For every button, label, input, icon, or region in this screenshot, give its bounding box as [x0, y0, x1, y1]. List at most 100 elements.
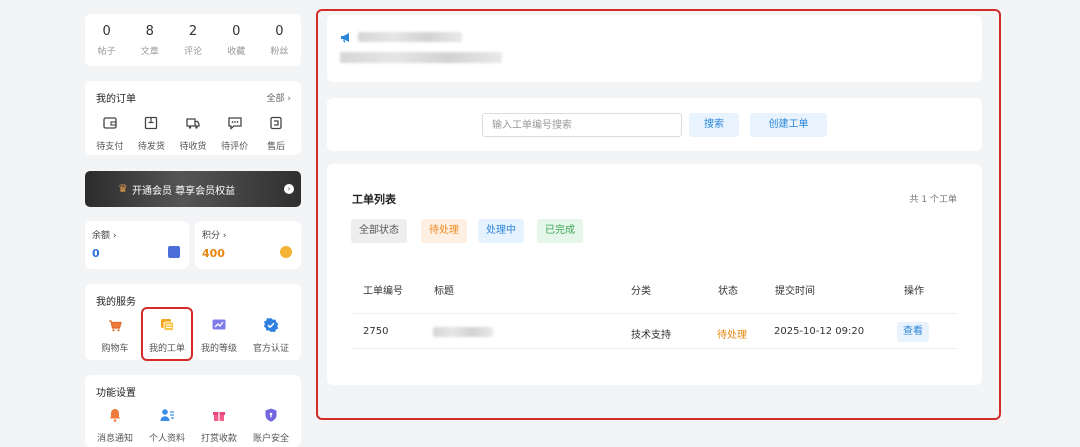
- workorder-count: 共 1 个工单: [909, 195, 957, 205]
- gift-icon: [213, 412, 225, 421]
- column-header-time: 提交时间: [775, 286, 815, 297]
- points-value: 400: [202, 247, 225, 260]
- points-card[interactable]: 积分 › 400: [195, 221, 301, 269]
- feature-label: 个人资料: [148, 434, 185, 444]
- workorder-list-title: 工单列表: [352, 193, 396, 206]
- vip-banner[interactable]: ♛ 开通会员 尊享会员权益 ›: [85, 171, 301, 207]
- stat-value: 2: [188, 24, 198, 39]
- service-label: 官方认证: [252, 344, 289, 354]
- feature-profile[interactable]: 个人资料: [141, 407, 193, 444]
- coin-icon: [280, 246, 292, 258]
- feature-label: 消息通知: [96, 434, 133, 444]
- service-label: 购物车: [101, 344, 129, 354]
- balance-card[interactable]: 余额 › 0: [85, 221, 189, 269]
- profile-icon: [160, 409, 174, 421]
- stat-posts[interactable]: 0 帖子: [85, 14, 128, 66]
- workorder-list-card: 工单列表 共 1 个工单 全部状态 待处理 处理中 已完成 工单编号 标题 分类…: [327, 164, 982, 385]
- order-item-label: 待评价: [221, 142, 249, 152]
- stat-articles[interactable]: 8 文章: [128, 14, 171, 66]
- order-pending-review[interactable]: 待评价: [214, 115, 256, 152]
- stat-followers[interactable]: 0 粉丝: [258, 14, 301, 66]
- order-pending-receipt[interactable]: 待收货: [172, 115, 214, 152]
- order-after-sale[interactable]: 售后: [255, 115, 297, 152]
- bell-icon: [109, 409, 121, 422]
- feature-label: 账户安全: [252, 434, 289, 444]
- services-title: 我的服务: [96, 297, 136, 308]
- points-label: 积分 ›: [202, 231, 227, 241]
- column-header-category: 分类: [631, 286, 651, 297]
- stat-label: 文章: [140, 47, 159, 57]
- wallet-icon: [103, 117, 117, 129]
- orders-title: 我的订单: [96, 94, 136, 105]
- stat-value: 8: [145, 24, 154, 39]
- blurred-workorder-title: [433, 327, 493, 337]
- service-label: 我的等级: [200, 344, 237, 354]
- column-header-status: 状态: [718, 286, 738, 297]
- features-title: 功能设置: [96, 388, 136, 399]
- filter-all-status[interactable]: 全部状态: [351, 219, 407, 243]
- view-workorder-button[interactable]: 查看: [897, 322, 929, 342]
- return-icon: [270, 116, 282, 130]
- blurred-notice-title: [358, 32, 462, 42]
- search-card: 搜索 创建工单: [327, 98, 982, 151]
- stat-favorites[interactable]: 0 收藏: [215, 14, 258, 66]
- stat-label: 粉丝: [270, 47, 289, 57]
- workorder-status: 待处理: [717, 330, 747, 341]
- arrow-right-icon: ›: [284, 184, 294, 194]
- balance-label: 余额 ›: [92, 231, 117, 241]
- stat-value: 0: [102, 24, 111, 39]
- stat-value: 0: [275, 24, 284, 39]
- blurred-notice-text: [340, 52, 502, 63]
- feature-label: 打赏收款: [200, 434, 237, 444]
- stat-label: 评论: [184, 47, 203, 57]
- order-item-label: 待收货: [179, 142, 207, 152]
- comment-icon: [227, 117, 242, 130]
- balance-value: 0: [92, 247, 100, 260]
- my-orders-card: 我的订单 全部 › 待支付 待发货 待收货 待评价 售后: [85, 81, 301, 155]
- vip-label: 开通会员 尊享会员权益: [132, 186, 236, 197]
- level-chart-icon: [212, 319, 226, 330]
- stat-comments[interactable]: 2 评论: [171, 14, 214, 66]
- service-level[interactable]: 我的等级: [193, 317, 245, 354]
- workorder-submit-time: 2025-10-12 09:20: [774, 326, 865, 337]
- filter-pending[interactable]: 待处理: [421, 219, 467, 243]
- stats-card: 0 帖子 8 文章 2 评论 0 收藏 0 粉丝: [85, 14, 301, 66]
- service-cart[interactable]: 购物车: [89, 317, 141, 354]
- order-item-label: 售后: [267, 142, 286, 152]
- package-icon: [145, 116, 158, 130]
- search-button[interactable]: 搜索: [689, 113, 739, 137]
- column-header-id: 工单编号: [363, 286, 403, 297]
- feature-security[interactable]: 账户安全: [245, 407, 297, 444]
- feature-settings-card: 功能设置 消息通知 个人资料 打赏收款 账户安全: [85, 375, 301, 447]
- feature-notifications[interactable]: 消息通知: [89, 407, 141, 444]
- shield-icon: [265, 408, 277, 422]
- notice-card: [327, 15, 982, 82]
- column-header-title: 标题: [434, 286, 454, 297]
- workorder-id: 2750: [363, 326, 389, 337]
- orders-all-link[interactable]: 全部 ›: [267, 91, 291, 104]
- workorder-highlight-box: [141, 307, 193, 361]
- filter-completed[interactable]: 已完成: [537, 219, 583, 243]
- order-item-label: 待发货: [137, 142, 165, 152]
- filter-processing[interactable]: 处理中: [478, 219, 524, 243]
- order-pending-shipment[interactable]: 待发货: [131, 115, 173, 152]
- feature-tipping[interactable]: 打赏收款: [193, 407, 245, 444]
- workorder-category: 技术支持: [631, 330, 671, 341]
- my-services-card: 我的服务 购物车 我的工单 我的等级 官方认证: [85, 284, 301, 360]
- megaphone-icon: [341, 33, 349, 43]
- truck-icon: [186, 118, 200, 129]
- workorder-search-input[interactable]: [482, 113, 682, 137]
- stat-label: 帖子: [97, 47, 116, 57]
- order-pending-payment[interactable]: 待支付: [89, 115, 131, 152]
- service-verification[interactable]: 官方认证: [245, 317, 297, 354]
- column-header-action: 操作: [904, 286, 924, 297]
- cart-icon: [109, 320, 122, 332]
- stat-label: 收藏: [227, 47, 246, 57]
- verified-icon: [263, 318, 279, 332]
- order-item-label: 待支付: [96, 142, 124, 152]
- wallet-icon: [168, 246, 180, 258]
- create-workorder-button[interactable]: 创建工单: [750, 113, 827, 137]
- crown-icon: ♛: [118, 182, 128, 195]
- stat-value: 0: [232, 24, 241, 39]
- table-row[interactable]: 2750 技术支持 待处理 2025-10-12 09:20 查看: [351, 313, 958, 349]
